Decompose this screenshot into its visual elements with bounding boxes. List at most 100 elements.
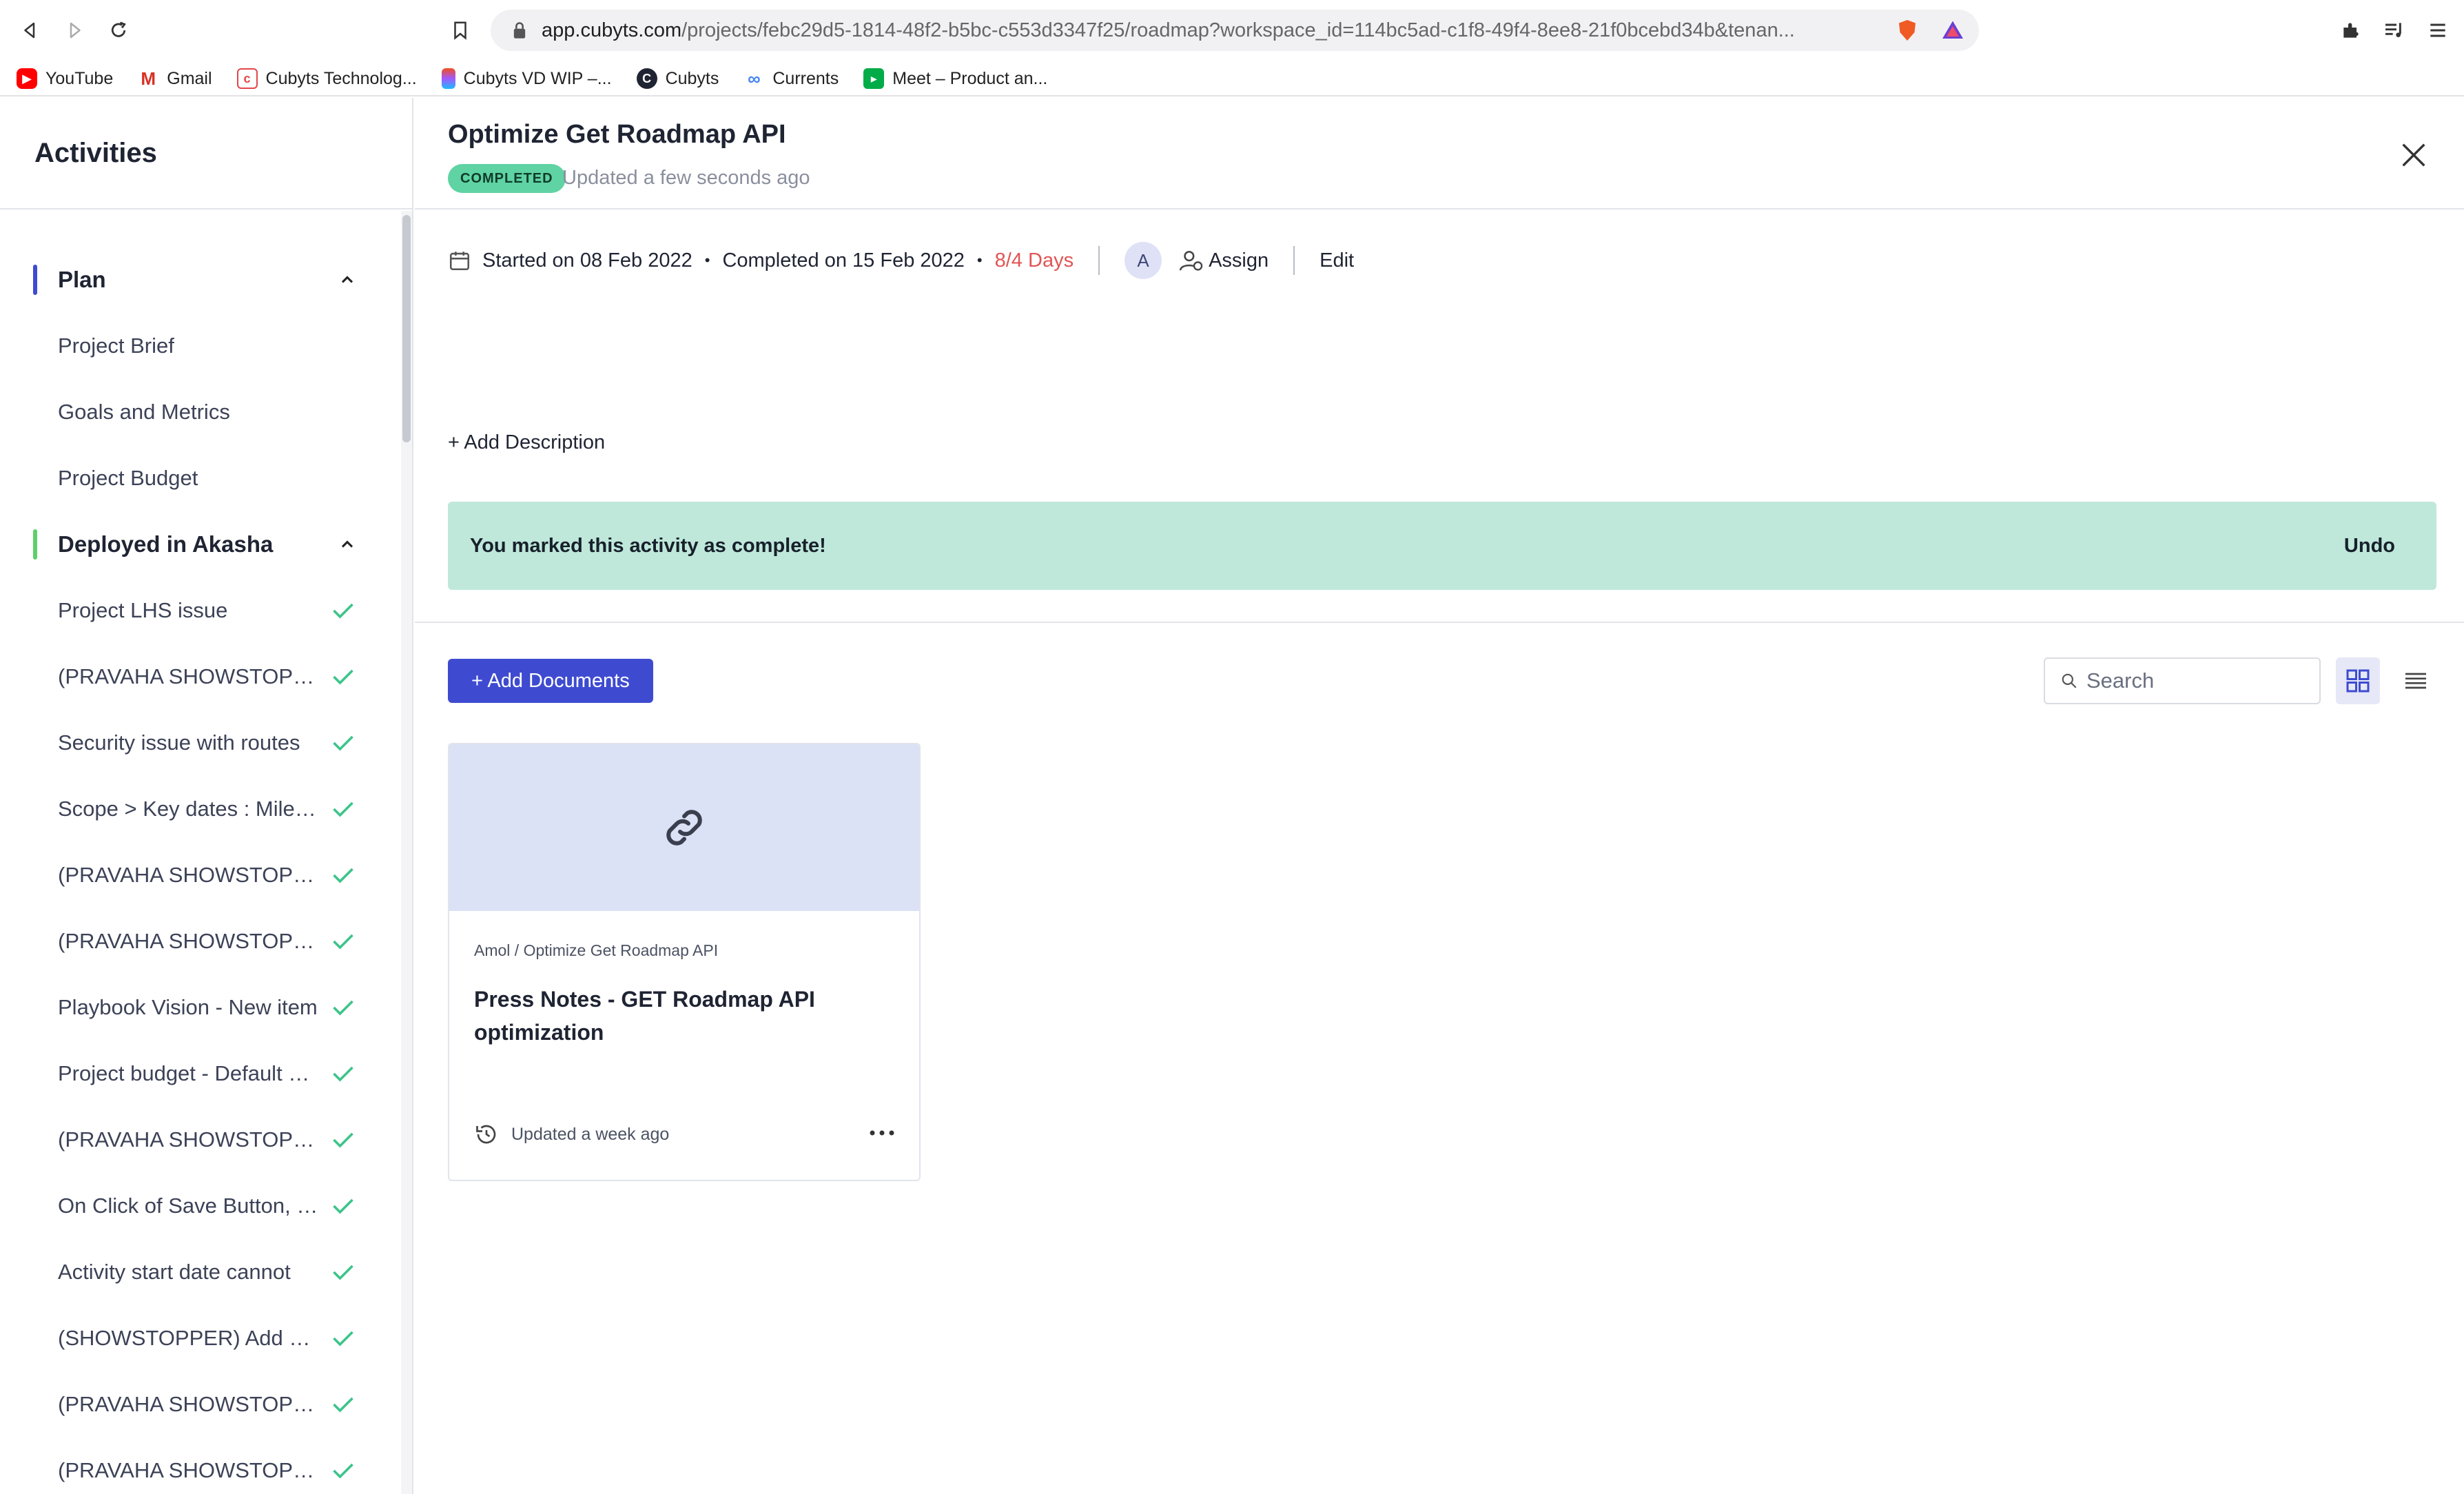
more-options-icon[interactable] — [867, 1125, 897, 1141]
forward-icon[interactable] — [61, 17, 88, 44]
separator-dot: • — [976, 252, 983, 269]
sidebar-item-label: Project Budget — [58, 466, 198, 490]
activity-meta: Started on 08 Feb 2022 • Completed on 15… — [448, 240, 1354, 281]
check-icon — [333, 801, 353, 817]
sidebar-item[interactable]: Playbook Vision - New item — [0, 974, 402, 1041]
activity-header: Optimize Get Roadmap API COMPLETED Updat… — [415, 98, 2464, 209]
status-badge: COMPLETED — [448, 164, 566, 193]
sidebar-item[interactable]: On Click of Save Button, the — [0, 1173, 402, 1239]
media-queue-icon[interactable] — [2379, 15, 2409, 45]
sidebar-item[interactable]: (PRAVAHA SHOWSTOPPER) Docs — [0, 1371, 402, 1437]
link-icon — [666, 810, 702, 846]
sidebar-item[interactable]: Project LHS issue — [0, 577, 402, 644]
undo-button[interactable]: Undo — [2344, 535, 2395, 557]
sidebar-item-label: Project budget - Default currency — [58, 1061, 320, 1085]
sidebar-scrollbar[interactable] — [401, 211, 412, 1494]
bookmark-label: YouTube — [45, 68, 114, 88]
address-bar[interactable]: app.cubyts.com/projects/febc29d5-1814-48… — [491, 10, 1979, 51]
assign-user-icon — [1179, 251, 1203, 271]
sidebar-group[interactable]: Deployed in Akasha — [0, 511, 402, 577]
sidebar-item-label: Scope > Key dates : Milestones — [58, 797, 320, 821]
figma-icon — [441, 68, 455, 89]
sidebar-item-label: (PRAVAHA SHOWSTOPPER) Budget — [58, 1127, 320, 1152]
sidebar-item-label: Project Brief — [58, 334, 174, 358]
bookmark-cubyts-technologies[interactable]: c Cubyts Technolog... — [236, 68, 417, 89]
close-icon[interactable] — [2398, 139, 2430, 171]
sidebar-scroll-thumb[interactable] — [402, 215, 411, 442]
bookmark-label: Gmail — [167, 68, 212, 88]
sidebar-item[interactable]: Security issue with routes — [0, 710, 402, 776]
add-documents-button[interactable]: + Add Documents — [448, 659, 653, 703]
extensions-icon[interactable] — [2336, 15, 2366, 45]
sidebar-item[interactable]: Scope > Key dates : Milestones — [0, 776, 402, 842]
check-icon — [333, 934, 353, 950]
bookmark-currents[interactable]: ∞ Currents — [743, 68, 839, 89]
back-icon[interactable] — [17, 17, 44, 44]
sidebar-item[interactable]: (PRAVAHA SHOWSTOPPER) Users — [0, 1437, 402, 1494]
sidebar-item[interactable]: (PRAVAHA SHOWSTOPPER) Budget — [0, 1107, 402, 1173]
group-color-bar — [33, 265, 37, 295]
sidebar-item[interactable]: Project Budget — [0, 445, 402, 511]
bookmark-meet[interactable]: ▸ Meet – Product an... — [863, 68, 1047, 89]
url-host: app.cubyts.com — [542, 19, 682, 41]
cubyts-icon: C — [636, 68, 657, 89]
sidebar-item[interactable]: (PRAVAHA SHOWSTOPPER) Roadmap — [0, 908, 402, 974]
avatar[interactable]: A — [1125, 242, 1162, 279]
divider — [1098, 246, 1100, 275]
bookmark-icon[interactable] — [446, 17, 474, 44]
activities-sidebar: Activities Plan Project Brief Goals and Me… — [0, 98, 413, 1494]
document-updated-label: Updated a week ago — [511, 1124, 670, 1144]
document-title[interactable]: Press Notes - GET Roadmap API optimizati… — [474, 983, 887, 1049]
bookmark-cubyts-vd-wip[interactable]: Cubyts VD WIP –... — [441, 68, 612, 89]
meet-icon: ▸ — [863, 68, 885, 89]
bookmark-label: Cubyts Technolog... — [265, 68, 417, 88]
search-input[interactable]: Search — [2044, 657, 2321, 704]
sidebar-item-label: On Click of Save Button, the — [58, 1194, 320, 1218]
list-view-toggle[interactable] — [2394, 657, 2438, 704]
sidebar-group-label: Plan — [58, 267, 106, 292]
chevron-up-icon[interactable] — [338, 270, 357, 289]
reload-icon[interactable] — [105, 17, 132, 44]
chevron-up-icon[interactable] — [338, 535, 357, 554]
browser-nav-row: app.cubyts.com/projects/febc29d5-1814-48… — [0, 0, 2464, 61]
sidebar-item[interactable]: Activity start date cannot — [0, 1239, 402, 1305]
search-placeholder: Search — [2086, 668, 2155, 693]
grid-view-toggle[interactable] — [2336, 657, 2380, 704]
activity-title: Optimize Get Roadmap API — [448, 120, 786, 149]
bookmark-youtube[interactable]: ▶ YouTube — [17, 68, 113, 89]
menu-icon[interactable] — [2423, 15, 2453, 45]
brave-rewards-icon[interactable] — [1938, 15, 1968, 45]
sidebar-item[interactable]: Project budget - Default currency — [0, 1041, 402, 1107]
brave-shield-icon[interactable] — [1892, 15, 1922, 45]
check-icon — [333, 1331, 353, 1347]
sidebar-group[interactable]: Plan — [0, 247, 402, 313]
completed-date: Completed on 15 Feb 2022 — [722, 249, 965, 272]
separator-dot: • — [704, 252, 710, 269]
sidebar-item-label: Playbook Vision - New item — [58, 995, 318, 1019]
check-icon — [333, 669, 353, 685]
assign-button[interactable]: Assign — [1178, 247, 1269, 274]
start-date: Started on 08 Feb 2022 — [482, 249, 692, 272]
group-color-bar — [33, 529, 37, 560]
sidebar-item[interactable]: Goals and Metrics — [0, 379, 402, 445]
sidebar-item-label: (PRAVAHA SHOWSTOPPER) Users — [58, 1458, 320, 1482]
sidebar-item-label: Security issue with routes — [58, 730, 300, 755]
sidebar-item[interactable]: (PRAVAHA SHOWSTOPPER) Project — [0, 644, 402, 710]
sidebar-item[interactable]: (SHOWSTOPPER) Add Project — [0, 1305, 402, 1371]
currents-icon: ∞ — [743, 68, 765, 89]
bookmarks-bar: ▶ YouTube M Gmail c Cubyts Technolog... … — [0, 61, 1072, 96]
bookmark-gmail[interactable]: M Gmail — [138, 68, 212, 89]
sidebar-item-label: (PRAVAHA SHOWSTOPPER) Docs — [58, 1392, 320, 1416]
duration-days: 8/4 Days — [994, 249, 1074, 272]
sidebar-item[interactable]: Project Brief — [0, 313, 402, 379]
add-description-button[interactable]: + Add Description — [448, 431, 605, 454]
document-updated: Updated a week ago — [474, 1122, 669, 1147]
activity-detail: Optimize Get Roadmap API COMPLETED Updat… — [415, 98, 2464, 1494]
check-icon — [333, 1066, 353, 1082]
edit-button[interactable]: Edit — [1320, 249, 1354, 272]
sidebar-item[interactable]: (PRAVAHA SHOWSTOPPER) Activity — [0, 842, 402, 908]
assign-label: Assign — [1209, 249, 1269, 272]
bookmark-cubyts[interactable]: C Cubyts — [636, 68, 719, 89]
document-card[interactable]: Amol / Optimize Get Roadmap API Press No… — [448, 743, 921, 1181]
check-icon — [333, 1265, 353, 1280]
